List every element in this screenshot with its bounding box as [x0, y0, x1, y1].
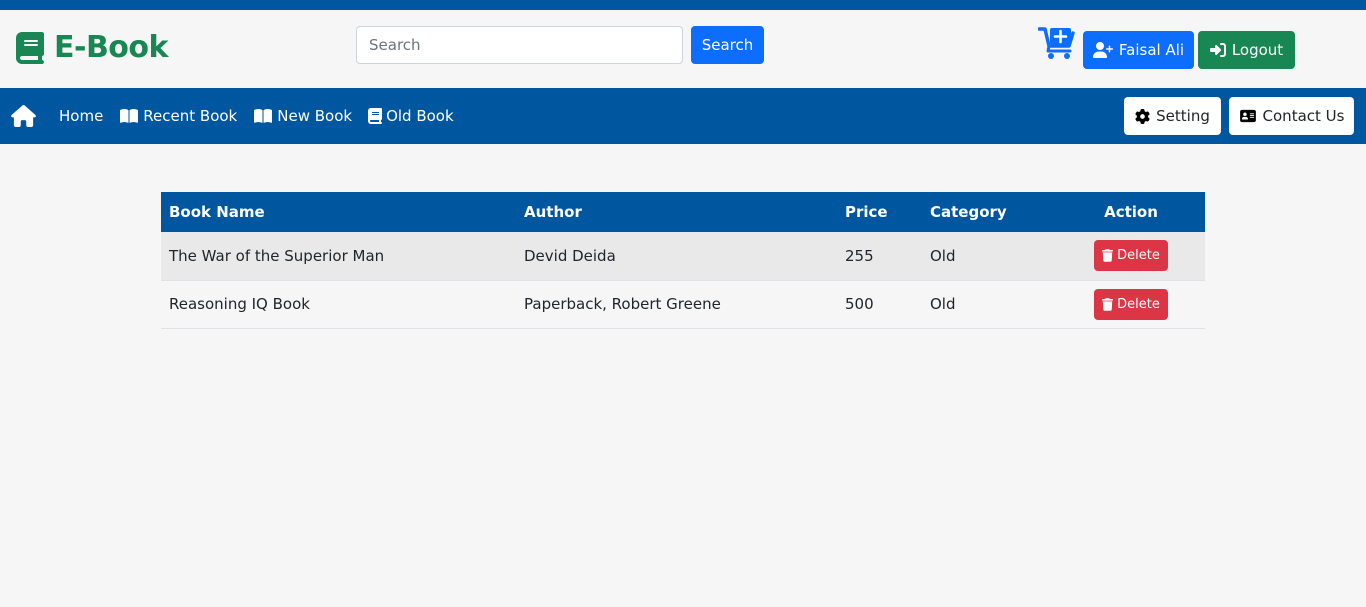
- home-icon[interactable]: [11, 105, 36, 127]
- nav-item-label: Home: [59, 107, 104, 125]
- book-open-icon: [120, 109, 139, 123]
- search-button[interactable]: Search: [691, 26, 764, 64]
- logout-button[interactable]: Logout: [1198, 31, 1295, 69]
- delete-button[interactable]: Delete: [1094, 288, 1168, 320]
- cell-category: Old: [930, 295, 956, 313]
- book-icon: [368, 108, 383, 124]
- table-row: The War of the Superior Man Devid Deida …: [161, 232, 1205, 280]
- top-accent-bar: [0, 0, 1366, 10]
- column-header-category: Category: [930, 203, 1007, 221]
- column-header-price: Price: [845, 203, 888, 221]
- sign-in-icon: [1209, 43, 1226, 57]
- nav-links: Home Recent Book New Book Old Book: [59, 88, 470, 144]
- cart-plus-icon[interactable]: [1038, 26, 1076, 60]
- books-table: Book Name Author Price Category Action T…: [161, 192, 1205, 329]
- nav-item-old-book[interactable]: Old Book: [368, 107, 454, 125]
- book-icon: [16, 31, 44, 64]
- user-name-label: Faisal Ali: [1118, 41, 1185, 59]
- main-navbar: Home Recent Book New Book Old Book Setti…: [0, 88, 1366, 144]
- setting-label: Setting: [1156, 107, 1210, 125]
- gear-icon: [1135, 108, 1150, 124]
- delete-button[interactable]: Delete: [1094, 240, 1168, 272]
- trash-icon: [1102, 297, 1114, 311]
- cell-author: Paperback, Robert Greene: [524, 295, 721, 313]
- nav-item-recent-book[interactable]: Recent Book: [119, 107, 237, 125]
- contact-us-button[interactable]: Contact Us: [1229, 97, 1354, 135]
- cell-price: 255: [845, 246, 874, 265]
- column-header-action: Action: [1104, 203, 1158, 221]
- search-input[interactable]: [356, 26, 683, 64]
- cell-price: 500: [845, 295, 874, 313]
- column-header-book-name: Book Name: [169, 203, 265, 221]
- cell-author: Devid Deida: [524, 246, 616, 265]
- nav-item-label: New Book: [277, 107, 353, 125]
- address-card-icon: [1239, 109, 1256, 123]
- cell-book-name: The War of the Superior Man: [169, 246, 385, 265]
- trash-icon: [1102, 249, 1114, 263]
- user-plus-icon: [1092, 42, 1113, 58]
- delete-label: Delete: [1117, 296, 1160, 312]
- nav-item-new-book[interactable]: New Book: [253, 107, 352, 125]
- brand-logo[interactable]: E-Book: [16, 30, 168, 65]
- book-open-icon: [254, 109, 273, 123]
- logout-label: Logout: [1231, 41, 1284, 59]
- nav-item-label: Recent Book: [143, 107, 238, 125]
- table-header: Book Name Author Price Category Action: [161, 192, 1205, 232]
- nav-item-label: Old Book: [386, 107, 454, 125]
- cell-category: Old: [930, 246, 956, 265]
- cell-action: Delete: [1057, 280, 1205, 328]
- table-row: Reasoning IQ Book Paperback, Robert Gree…: [161, 280, 1205, 328]
- delete-label: Delete: [1117, 248, 1160, 264]
- brand-name: E-Book: [54, 30, 168, 65]
- nav-item-home[interactable]: Home: [59, 107, 103, 125]
- column-header-author: Author: [524, 203, 582, 221]
- user-profile-button[interactable]: Faisal Ali: [1083, 31, 1194, 69]
- contact-us-label: Contact Us: [1262, 107, 1345, 125]
- cell-book-name: Reasoning IQ Book: [169, 295, 310, 313]
- cell-action: Delete: [1057, 232, 1205, 280]
- setting-button[interactable]: Setting: [1124, 97, 1221, 135]
- header: E-Book Search Faisal Ali Logout: [0, 10, 1366, 88]
